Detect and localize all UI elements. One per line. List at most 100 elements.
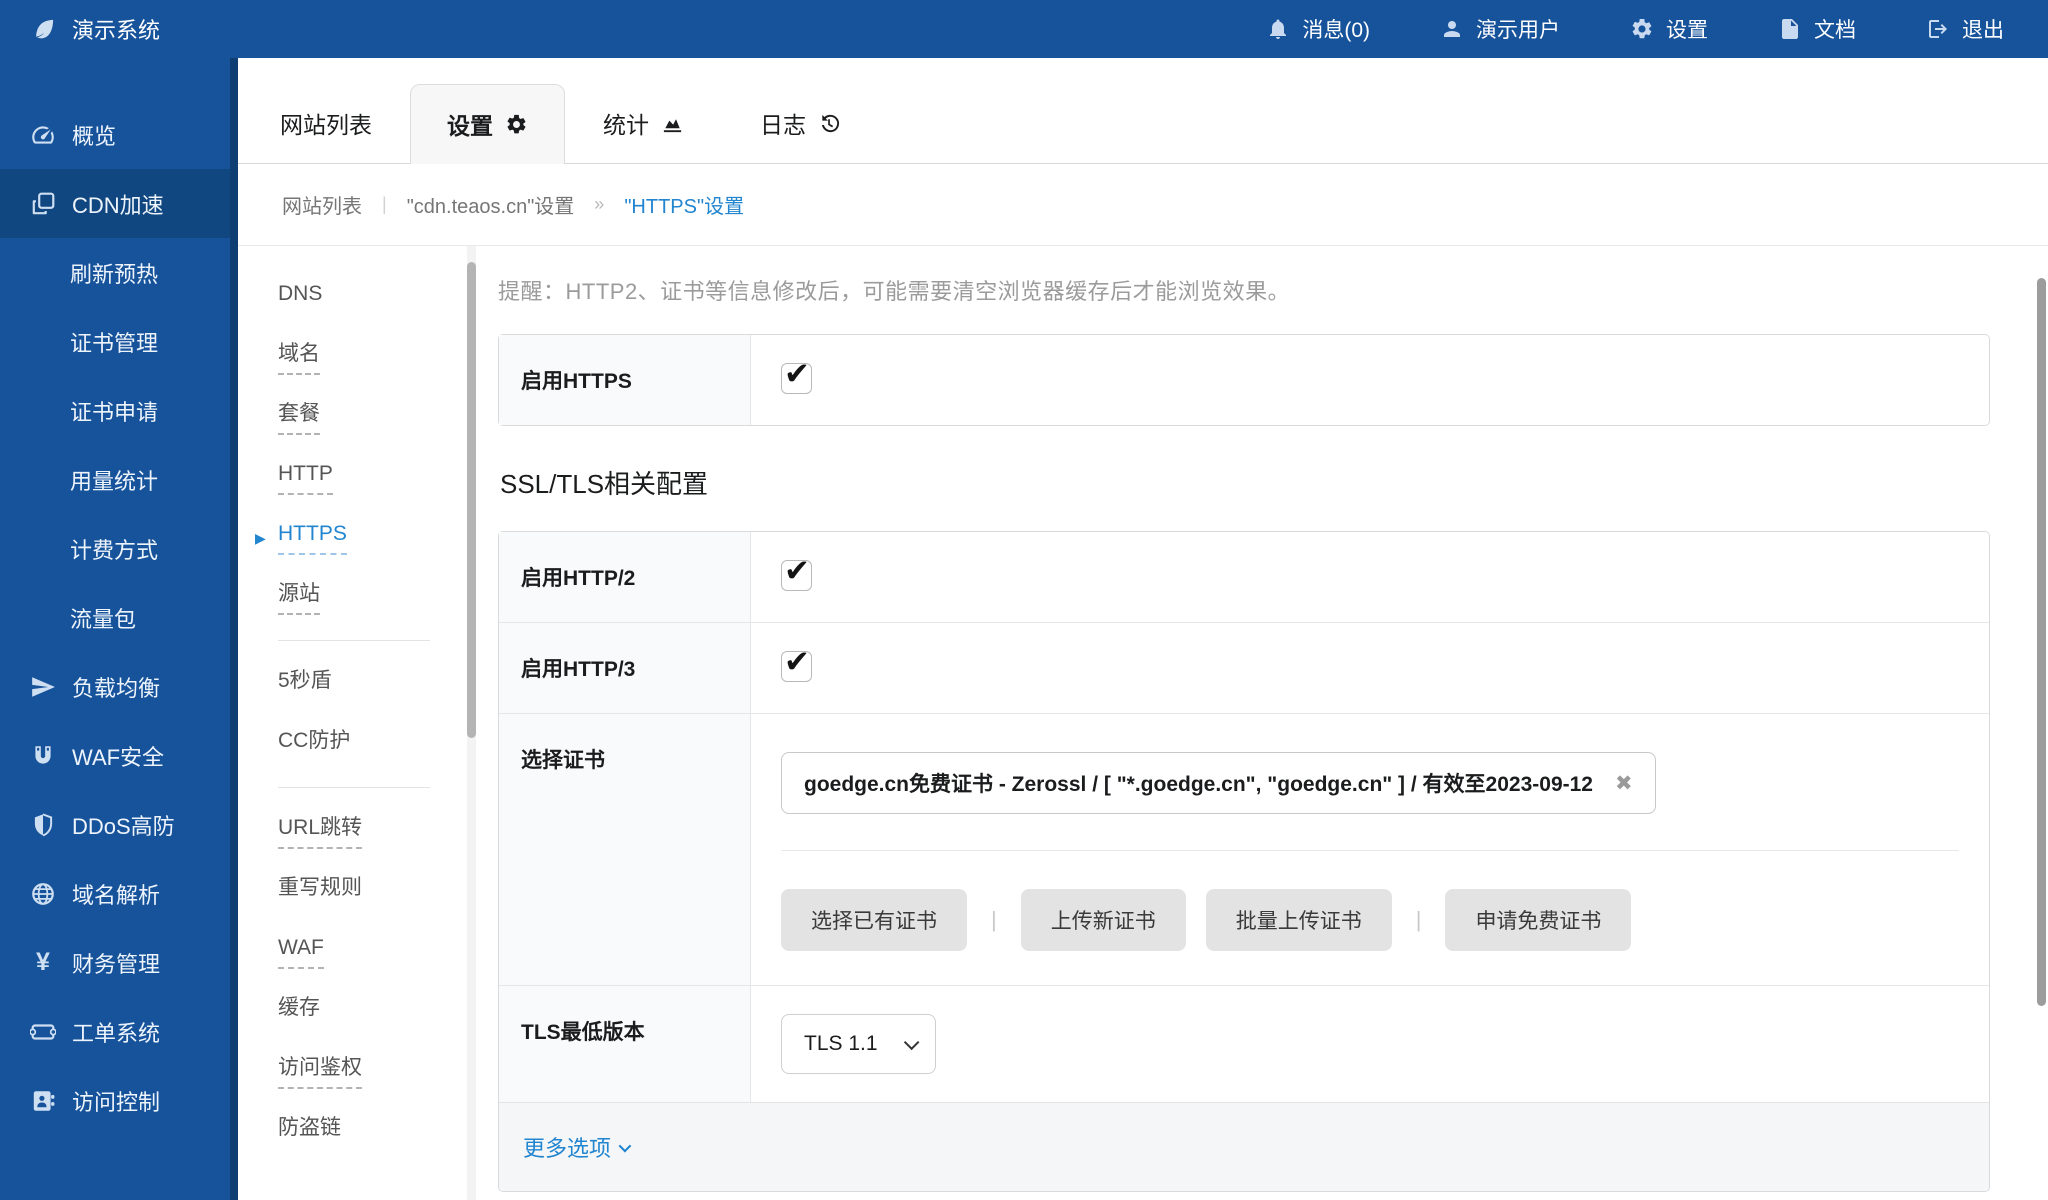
subnav-item-url-redirect[interactable]: URL跳转: [278, 814, 467, 841]
sidebar-item-waf[interactable]: WAF安全: [0, 721, 230, 790]
cert-remove-icon[interactable]: ✖: [1615, 771, 1633, 796]
sidebar-item-label: 财务管理: [72, 947, 160, 979]
sidebar-item-finance[interactable]: ¥ 财务管理: [0, 928, 230, 997]
yen-icon: ¥: [30, 948, 56, 977]
logout-menu-item[interactable]: 退出: [1926, 14, 2004, 44]
subnav-item-https[interactable]: ▶HTTPS: [278, 520, 467, 547]
subnav-item-cc-protect[interactable]: CC防护: [278, 727, 467, 754]
breadcrumb-site-settings[interactable]: "cdn.teaos.cn"设置: [407, 190, 575, 219]
reminder-text: 提醒：HTTP2、证书等信息修改后，可能需要清空浏览器缓存后才能浏览效果。: [498, 274, 1990, 306]
sidebar: 概览 CDN加速 刷新预热 证书管理 证书申请 用量统计 计费方式 流量包 负载…: [0, 58, 238, 1200]
sidebar-item-label: 流量包: [70, 602, 136, 634]
subnav-item-cache[interactable]: 缓存: [278, 994, 467, 1021]
sidebar-item-label: 工单系统: [72, 1016, 160, 1048]
user-icon: [1440, 17, 1464, 41]
subnav-item-http[interactable]: HTTP: [278, 460, 467, 487]
chart-area-icon: [661, 112, 684, 135]
user-menu-item[interactable]: 演示用户: [1440, 14, 1560, 44]
sidebar-item-traffic-package[interactable]: 流量包: [0, 583, 230, 652]
subnav-item-5s-shield[interactable]: 5秒盾: [278, 667, 467, 694]
subnav-item-hotlink-protect[interactable]: 防盗链: [278, 1114, 467, 1141]
sidebar-item-billing-method[interactable]: 计费方式: [0, 514, 230, 583]
subnav-divider: [278, 787, 430, 788]
tls-min-version-label: TLS最低版本: [499, 986, 751, 1102]
cert-tag: goedge.cn免费证书 - Zerossl / [ "*.goedge.cn…: [781, 752, 1656, 814]
globe-icon: [30, 881, 56, 907]
select-cert-row: 选择证书 goedge.cn免费证书 - Zerossl / [ "*.goed…: [499, 713, 1989, 985]
subnav-scrollbar-thumb[interactable]: [467, 262, 476, 738]
subnav-item-origin[interactable]: 源站: [278, 580, 467, 607]
main-scrollbar-thumb[interactable]: [2037, 278, 2046, 1006]
sidebar-item-dns-resolve[interactable]: 域名解析: [0, 859, 230, 928]
sidebar-item-label: 概览: [72, 119, 116, 151]
enable-https-row: 启用HTTPS: [499, 335, 1989, 425]
tab-logs[interactable]: 日志: [760, 84, 841, 163]
subnav-scrollbar: [467, 246, 476, 1200]
batch-upload-cert-button[interactable]: 批量上传证书: [1206, 889, 1392, 951]
chevron-down-icon: [903, 1034, 919, 1050]
sidebar-item-label: 计费方式: [70, 533, 158, 565]
breadcrumb-site-list[interactable]: 网站列表: [282, 190, 362, 219]
button-separator: |: [987, 907, 1001, 933]
tab-settings[interactable]: 设置: [410, 84, 565, 164]
subnav-label: URL跳转: [278, 816, 362, 849]
topbar: 演示系统 消息(0) 演示用户 设置 文档 退出: [0, 0, 2048, 58]
enable-http2-row: 启用HTTP/2: [499, 532, 1989, 622]
sidebar-item-label: 域名解析: [72, 878, 160, 910]
ssl-tls-table: 启用HTTP/2 启用HTTP/3 选择证书: [498, 531, 1990, 1192]
sidebar-item-cdn[interactable]: CDN加速: [0, 169, 230, 238]
breadcrumb: 网站列表 | "cdn.teaos.cn"设置 » "HTTPS"设置: [238, 164, 2048, 246]
button-separator: |: [1412, 907, 1426, 933]
user-label: 演示用户: [1476, 14, 1560, 44]
apply-free-cert-button[interactable]: 申请免费证书: [1445, 889, 1631, 951]
tls-min-version-row: TLS最低版本 TLS 1.1: [499, 985, 1989, 1102]
sidebar-item-cert-manage[interactable]: 证书管理: [0, 307, 230, 376]
breadcrumb-separator: |: [382, 194, 387, 215]
sidebar-item-label: 负载均衡: [72, 671, 160, 703]
sidebar-item-refresh-preheat[interactable]: 刷新预热: [0, 238, 230, 307]
subnav-item-dns[interactable]: DNS: [278, 280, 467, 307]
sidebar-item-load-balancer[interactable]: 负载均衡: [0, 652, 230, 721]
send-icon: [30, 674, 56, 700]
messages-menu-item[interactable]: 消息(0): [1266, 14, 1370, 44]
sidebar-item-usage-stats[interactable]: 用量统计: [0, 445, 230, 514]
sidebar-item-ddos[interactable]: DDoS高防: [0, 790, 230, 859]
tab-bar: 网站列表 设置 统计 日志: [238, 58, 2048, 164]
doc-icon: [1778, 17, 1802, 41]
brand-logo[interactable]: 演示系统: [30, 13, 160, 45]
tab-site-list[interactable]: 网站列表: [280, 84, 372, 163]
sidebar-item-access-control[interactable]: 访问控制: [0, 1066, 230, 1135]
enable-http2-checkbox[interactable]: [781, 560, 812, 591]
tls-version-value: TLS 1.1: [804, 1032, 878, 1056]
docs-label: 文档: [1814, 14, 1856, 44]
subnav-label: 源站: [278, 582, 320, 615]
select-existing-cert-button[interactable]: 选择已有证书: [781, 889, 967, 951]
upload-new-cert-button[interactable]: 上传新证书: [1021, 889, 1186, 951]
breadcrumb-separator: »: [594, 194, 604, 215]
sidebar-item-cert-apply[interactable]: 证书申请: [0, 376, 230, 445]
tls-version-select[interactable]: TLS 1.1: [781, 1014, 936, 1074]
sidebar-item-overview[interactable]: 概览: [0, 100, 230, 169]
breadcrumb-current-https: "HTTPS"设置: [624, 190, 744, 219]
logout-label: 退出: [1962, 14, 2004, 44]
docs-menu-item[interactable]: 文档: [1778, 14, 1856, 44]
enable-http3-checkbox[interactable]: [781, 651, 812, 682]
more-options-link[interactable]: 更多选项: [523, 1131, 628, 1163]
subnav-item-plan[interactable]: 套餐: [278, 400, 467, 427]
subnav-item-auth[interactable]: 访问鉴权: [278, 1054, 467, 1081]
subnav-label: HTTPS: [278, 522, 347, 555]
more-options-row: 更多选项: [499, 1102, 1989, 1191]
subnav-label: DNS: [278, 282, 322, 305]
tab-stats[interactable]: 统计: [603, 84, 684, 163]
subnav-item-rewrite-rules[interactable]: 重写规则: [278, 874, 467, 901]
enable-https-table: 启用HTTPS: [498, 334, 1990, 426]
subnav-item-domain[interactable]: 域名: [278, 340, 467, 367]
subnav-item-waf[interactable]: WAF: [278, 934, 467, 961]
sidebar-item-tickets[interactable]: 工单系统: [0, 997, 230, 1066]
settings-menu-item[interactable]: 设置: [1630, 14, 1708, 44]
shield-icon: [30, 812, 56, 838]
enable-https-checkbox[interactable]: [781, 363, 812, 394]
more-options-label: 更多选项: [523, 1131, 611, 1163]
enable-http2-label: 启用HTTP/2: [499, 532, 751, 622]
magnet-icon: [30, 743, 56, 769]
